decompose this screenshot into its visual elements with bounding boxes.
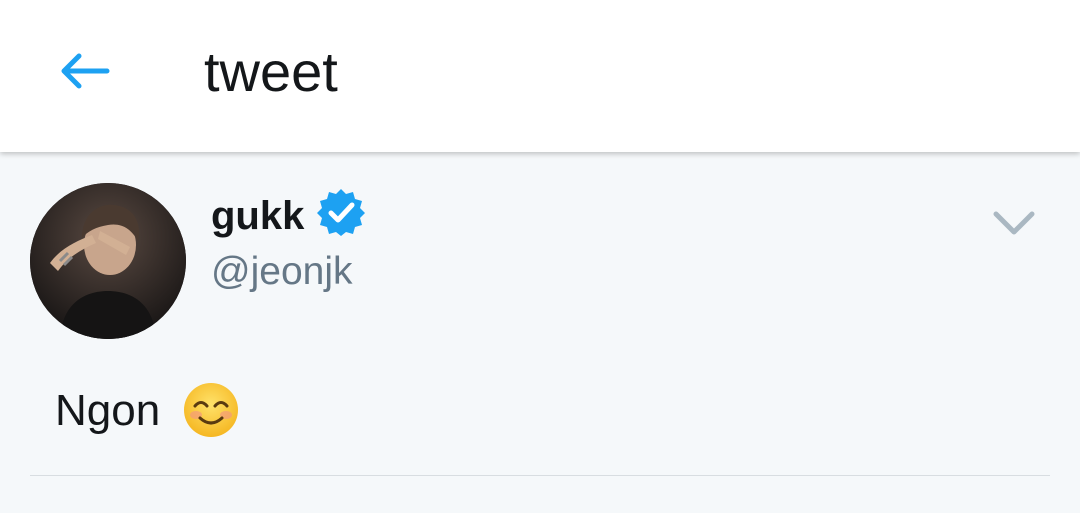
tweet-text: Ngon xyxy=(55,386,161,435)
arrow-left-icon xyxy=(61,53,110,89)
divider xyxy=(30,475,1050,476)
avatar[interactable] xyxy=(30,183,186,339)
avatar-image xyxy=(30,183,186,339)
app-header: tweet xyxy=(0,0,1080,152)
page-title: tweet xyxy=(204,40,338,103)
verified-badge-icon xyxy=(317,189,365,236)
back-button[interactable] xyxy=(40,36,130,106)
display-name[interactable]: gukk xyxy=(211,192,304,240)
smiling-face-emoji xyxy=(184,383,238,437)
user-handle[interactable]: @jeonjk xyxy=(211,248,353,296)
tweet-card[interactable]: gukk @jeonjk Ngon xyxy=(0,152,1080,513)
chevron-down-icon[interactable] xyxy=(990,204,1038,240)
